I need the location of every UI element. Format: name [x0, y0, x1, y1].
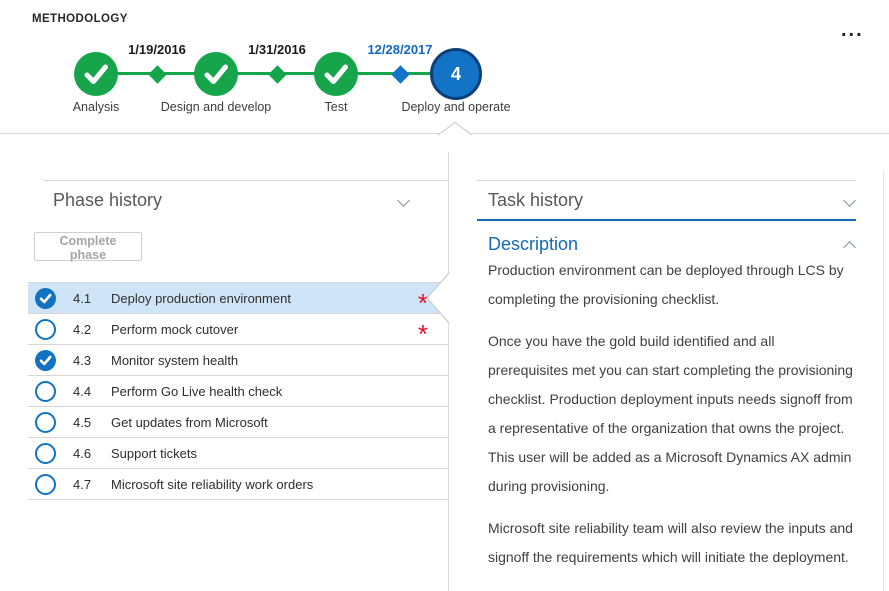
- phase-label: Deploy and operate: [376, 100, 536, 114]
- accent-rule: [477, 219, 856, 221]
- chevron-down-icon[interactable]: [843, 194, 856, 207]
- task-number: 4.3: [73, 353, 100, 368]
- phase-history-title: Phase history: [53, 190, 162, 210]
- task-title: Support tickets: [111, 446, 197, 461]
- chevron-down-icon[interactable]: [397, 194, 410, 207]
- task-title: Microsoft site reliability work orders: [111, 477, 313, 492]
- task-row[interactable]: 4.4Perform Go Live health check*: [28, 376, 448, 407]
- checkmark-icon: [74, 52, 118, 96]
- task-number: 4.5: [73, 415, 100, 430]
- task-title: Perform mock cutover: [111, 322, 238, 337]
- phase-number: 4: [451, 64, 461, 85]
- phase-circle-1[interactable]: [74, 52, 118, 96]
- task-list: 4.1Deploy production environment*4.2Perf…: [28, 282, 448, 500]
- active-phase-caret: [437, 121, 473, 136]
- task-checkbox-unchecked[interactable]: [35, 319, 56, 340]
- description-title: Description: [488, 234, 578, 254]
- milestone-diamond-icon: [391, 65, 409, 83]
- phase-circle-2[interactable]: [194, 52, 238, 96]
- task-row[interactable]: 4.3Monitor system health*: [28, 345, 448, 376]
- chevron-up-icon[interactable]: [843, 241, 856, 254]
- right-panel-edge: [883, 170, 884, 591]
- more-options-icon[interactable]: ...: [841, 20, 864, 40]
- milestone-diamond-icon: [268, 65, 286, 83]
- checkmark-icon: [35, 350, 56, 371]
- milestone-date: 12/28/2017: [345, 42, 455, 57]
- timeline-track: [96, 72, 433, 75]
- task-checkbox-checked[interactable]: [35, 288, 56, 309]
- milestone-diamond-icon: [148, 65, 166, 83]
- task-history-title: Task history: [488, 190, 583, 210]
- phase-history-header[interactable]: Phase history: [43, 180, 448, 226]
- task-row[interactable]: 4.1Deploy production environment*: [28, 283, 448, 314]
- complete-phase-button[interactable]: Complete phase: [34, 232, 142, 261]
- task-title: Get updates from Microsoft: [111, 415, 268, 430]
- task-title: Monitor system health: [111, 353, 238, 368]
- milestone-date: 1/31/2016: [222, 42, 332, 57]
- task-checkbox-unchecked[interactable]: [35, 381, 56, 402]
- checkmark-icon: [35, 288, 56, 309]
- description-paragraph: Production environment can be deployed t…: [488, 256, 858, 314]
- checkmark-icon: [314, 52, 358, 96]
- milestone-date: 1/19/2016: [102, 42, 212, 57]
- task-row[interactable]: 4.5Get updates from Microsoft*: [28, 407, 448, 438]
- description-paragraph: Microsoft site reliability team will als…: [488, 514, 858, 572]
- task-checkbox-unchecked[interactable]: [35, 412, 56, 433]
- phase-circle-3[interactable]: [314, 52, 358, 96]
- task-checkbox-unchecked[interactable]: [35, 443, 56, 464]
- task-history-header[interactable]: Task history: [477, 180, 856, 218]
- task-row[interactable]: 4.7 Microsoft site reliability work order…: [28, 469, 448, 500]
- description-paragraph: Once you have the gold build identified …: [488, 327, 858, 501]
- selected-task-caret: [423, 272, 450, 324]
- page-title: METHODOLOGY: [32, 13, 128, 25]
- task-number: 4.7: [73, 477, 100, 492]
- task-row[interactable]: 4.6Support tickets*: [28, 438, 448, 469]
- task-title: Deploy production environment: [111, 291, 291, 306]
- task-title: Perform Go Live health check: [111, 384, 282, 399]
- methodology-page: METHODOLOGY ... AnalysisDesign and devel…: [0, 0, 889, 591]
- task-number: 4.2: [73, 322, 100, 337]
- task-number: 4.1: [73, 291, 100, 306]
- checkmark-icon: [194, 52, 238, 96]
- task-number: 4.6: [73, 446, 100, 461]
- task-number: 4.4: [73, 384, 100, 399]
- task-row[interactable]: 4.2Perform mock cutover*: [28, 314, 448, 345]
- task-checkbox-checked[interactable]: [35, 350, 56, 371]
- task-checkbox-unchecked[interactable]: [35, 474, 56, 495]
- description-body: Production environment can be deployed t…: [488, 256, 858, 585]
- panel-divider: [448, 152, 449, 591]
